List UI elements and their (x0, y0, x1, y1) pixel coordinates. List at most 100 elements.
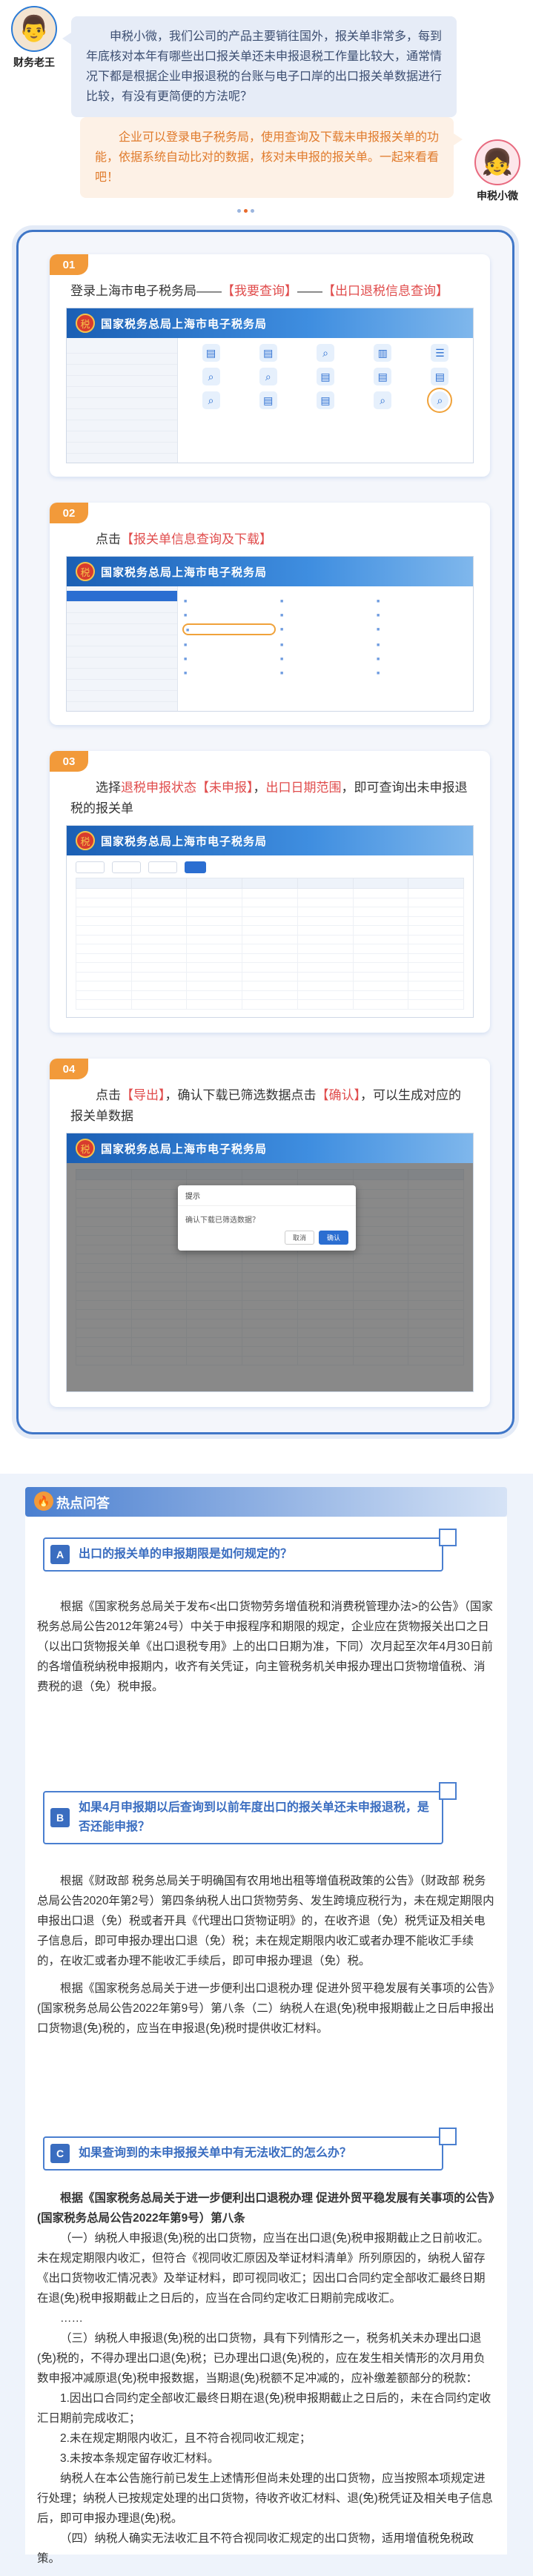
function-tile[interactable]: ☰ (413, 344, 467, 363)
avatar-name: 财务老王 (13, 56, 55, 68)
query-link[interactable] (184, 655, 274, 662)
side-menu-item[interactable] (67, 376, 177, 387)
list-icon: ☰ (431, 344, 449, 362)
table-row[interactable] (76, 944, 464, 954)
table-row[interactable] (76, 999, 464, 1010)
step-highlight: 【我要查询】 (222, 284, 297, 298)
side-menu-item[interactable] (67, 591, 177, 602)
side-menu-item[interactable] (67, 409, 177, 420)
filter-field[interactable] (76, 861, 105, 873)
table-row[interactable] (76, 915, 464, 926)
query-link[interactable] (280, 611, 371, 618)
query-link[interactable] (377, 655, 467, 662)
avatar-name: 申税小微 (477, 190, 518, 202)
function-tile[interactable]: ▤ (298, 391, 352, 411)
side-menu-item[interactable] (67, 354, 177, 365)
side-menu-item[interactable] (67, 680, 177, 691)
side-menu-item[interactable] (67, 691, 177, 702)
site-header: 税 国家税务总局上海市电子税务局 (67, 308, 473, 338)
function-tile[interactable]: ⌕ (356, 391, 410, 411)
filter-bar (76, 861, 464, 873)
query-link[interactable] (377, 625, 467, 634)
query-link[interactable] (377, 669, 467, 676)
answer-paragraph: （一）纳税人申报退(免)税的出口货物，应当在出口退(免)税申报期截止之日前收汇。… (37, 2232, 489, 2305)
document-icon: ▤ (431, 368, 449, 385)
side-menu-item[interactable] (67, 624, 177, 635)
query-link[interactable] (184, 597, 274, 604)
query-link[interactable] (184, 669, 274, 676)
side-menu-item[interactable] (67, 365, 177, 376)
dialog-cancel-button[interactable]: 取消 (284, 1231, 314, 1245)
side-menu-item[interactable] (67, 420, 177, 431)
function-tile[interactable]: ▤ (298, 368, 352, 387)
answer-list-item: 3.未按本条规定留存收汇材料。 (60, 2452, 219, 2465)
query-link[interactable] (280, 655, 371, 662)
document-icon: ▤ (202, 344, 220, 362)
query-link[interactable] (280, 640, 371, 648)
query-link[interactable] (377, 640, 467, 648)
table-row[interactable] (76, 897, 464, 907)
side-menu-item[interactable] (67, 658, 177, 669)
confirm-download-dialog: 提示 确认下载已筛选数据？ 取消 确认 (178, 1185, 356, 1251)
side-menu-item[interactable] (67, 342, 177, 354)
document-icon: ▤ (316, 391, 334, 409)
filter-field[interactable] (112, 861, 142, 873)
side-menu-item[interactable] (67, 669, 177, 680)
page: 👨 财务老王 申税小微，我们公司的产品主要销往国外，报关单非常多，每到年底核对本… (0, 0, 533, 2576)
flame-icon: 🔥 (34, 1491, 53, 1511)
answer-c: 根据《国家税务总局关于进一步便利出口退税办理 促进外贸平稳发展有关事项的公告》(… (37, 2188, 495, 2569)
search-icon: ⌕ (427, 388, 453, 413)
query-link[interactable] (377, 597, 467, 604)
function-tile[interactable]: ▤ (184, 344, 238, 363)
table-row[interactable] (76, 934, 464, 944)
table-row[interactable] (76, 971, 464, 981)
table-row[interactable] (76, 981, 464, 991)
search-icon: ⌕ (202, 368, 220, 385)
dot-icon (237, 209, 241, 213)
query-link[interactable] (280, 669, 371, 676)
side-menu-item[interactable] (67, 635, 177, 646)
function-tile[interactable]: ⌕ (184, 368, 238, 387)
query-link[interactable] (184, 640, 274, 648)
function-tile[interactable]: ▤ (356, 368, 410, 387)
side-menu-item[interactable] (67, 443, 177, 454)
function-tile[interactable]: ▥ (356, 344, 410, 363)
table-row[interactable] (76, 990, 464, 1000)
function-tile[interactable]: ▤ (413, 368, 467, 387)
side-menu-item[interactable] (67, 387, 177, 398)
query-link[interactable] (280, 625, 371, 634)
table-row[interactable] (76, 925, 464, 936)
function-tile[interactable]: ⌕ (298, 344, 352, 363)
side-menu-item[interactable] (67, 613, 177, 624)
side-menu-item[interactable] (67, 431, 177, 443)
table-row[interactable] (76, 953, 464, 963)
table-row[interactable] (76, 962, 464, 973)
step-highlight: 【导出】 (121, 1088, 165, 1102)
query-link[interactable] (280, 597, 371, 604)
chat-section: 👨 财务老王 申税小微，我们公司的产品主要销往国外，报关单非常多，每到年底核对本… (0, 0, 533, 222)
table-row[interactable] (76, 907, 464, 917)
side-menu-item[interactable] (67, 602, 177, 613)
query-link[interactable] (377, 611, 467, 618)
side-menu-item[interactable] (67, 646, 177, 658)
filter-field[interactable] (148, 861, 178, 873)
table-row[interactable] (76, 888, 464, 898)
step-card-1: 01 登录上海市电子税务局——【我要查询】——【出口退税信息查询】 税 国家税务… (50, 254, 490, 477)
function-tile[interactable]: ⌕ (184, 391, 238, 411)
function-tile[interactable]: ▤ (241, 391, 295, 411)
step-instruction: 登录上海市电子税务局——【我要查询】——【出口退税信息查询】 (70, 281, 472, 302)
dialog-confirm-button[interactable]: 确认 (318, 1231, 348, 1245)
function-tile[interactable]: ▤ (241, 344, 295, 363)
step-text: 点击 (96, 1088, 121, 1102)
tax-emblem-icon: 税 (76, 1139, 95, 1158)
question-badge: B (50, 1808, 70, 1827)
question-b: B 如果4月申报期以后查询到以前年度出口的报关单还未申报退税，是否还能申报？ (43, 1782, 457, 1844)
document-icon: ▤ (374, 368, 392, 385)
customs-declaration-query-link[interactable] (182, 623, 276, 635)
side-menu-item[interactable] (67, 398, 177, 409)
function-tile[interactable]: ⌕ (241, 368, 295, 387)
dialog-buttons: 取消 确认 (284, 1231, 348, 1245)
export-refund-query-tile[interactable]: ⌕ (413, 388, 467, 413)
query-button[interactable] (185, 861, 207, 873)
query-link[interactable] (184, 611, 274, 618)
